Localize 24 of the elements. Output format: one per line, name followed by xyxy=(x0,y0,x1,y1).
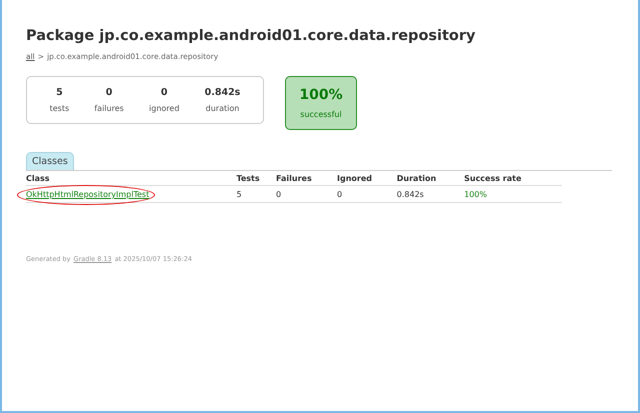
stat-label: duration xyxy=(206,104,240,113)
column-header: Tests xyxy=(236,171,276,186)
success-rate-label: successful xyxy=(300,110,342,119)
tab[interactable]: Classes xyxy=(26,152,74,170)
stat-value: 0.842s xyxy=(204,87,240,98)
class-link[interactable]: OkHttpHtmlRepositoryImplTest xyxy=(26,190,150,199)
page-title: Package jp.co.example.android01.core.data.repository xyxy=(26,27,476,46)
stat-label: failures xyxy=(94,104,124,113)
stat-label: ignored xyxy=(149,104,180,113)
table-cell: 100% xyxy=(464,186,562,202)
stat-value: 0 xyxy=(160,87,168,98)
column-header: Ignored xyxy=(337,171,397,186)
table-cell: 5 xyxy=(236,186,276,202)
column-header: Success rate xyxy=(464,171,562,186)
stat-value: 0 xyxy=(106,87,112,98)
table-cell: 0 xyxy=(276,186,337,202)
stat-label: tests xyxy=(50,104,70,113)
success-rate-value: 100% xyxy=(299,87,343,103)
column-header: Duration xyxy=(396,171,464,186)
stat-value: 5 xyxy=(56,87,63,98)
column-header: Failures xyxy=(276,171,337,186)
table-cell: 0 xyxy=(337,186,397,202)
table-cell: 0.842s xyxy=(396,186,464,202)
column-header: Class xyxy=(26,171,236,186)
